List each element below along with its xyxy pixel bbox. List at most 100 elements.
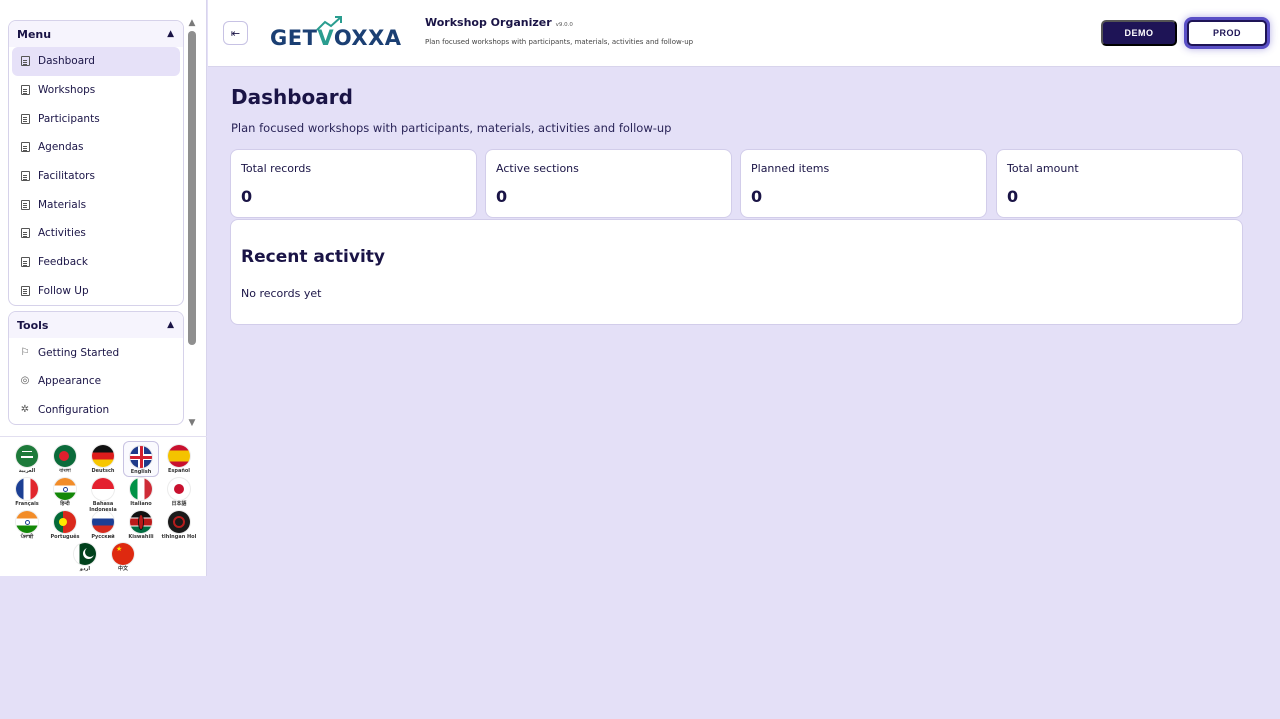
stat-label: Total amount: [1007, 162, 1079, 175]
sidebar-scroll-area: Menu ▲ Dashboard Workshops Participants …: [0, 15, 184, 431]
stat-value: 0: [241, 187, 253, 206]
collapse-caret-icon[interactable]: ▲: [167, 320, 174, 330]
stat-label: Active sections: [496, 162, 579, 175]
tools-group-header[interactable]: Tools ▲: [9, 312, 183, 339]
menu-group-header[interactable]: Menu ▲: [9, 21, 183, 47]
flag-kenya-icon: [130, 511, 152, 533]
document-icon: [20, 142, 30, 153]
language-japanese[interactable]: 日本語: [161, 474, 197, 510]
flag-spain-icon: [168, 445, 190, 467]
flag-russia-icon: [92, 511, 114, 533]
gear-icon: ✲: [20, 403, 30, 415]
language-chinese[interactable]: ★ 中文: [105, 539, 141, 575]
sidebar-item-label: Activities: [38, 227, 86, 240]
sidebar-item-label: Agendas: [38, 141, 84, 154]
scroll-down-icon[interactable]: ▼: [187, 418, 197, 428]
language-punjabi[interactable]: ਪੰਜਾਬੀ: [9, 507, 45, 543]
flag-bangladesh-icon: [54, 445, 76, 467]
language-english[interactable]: English: [123, 441, 159, 477]
language-klingon[interactable]: tlhIngan Hol: [161, 507, 197, 543]
sidebar-item-agendas[interactable]: Agendas: [12, 133, 180, 162]
sidebar-item-appearance[interactable]: ◎ Appearance: [12, 367, 180, 396]
flag-india-icon: [54, 478, 76, 500]
stat-label: Planned items: [751, 162, 830, 175]
language-portuguese[interactable]: Português: [47, 507, 83, 543]
flag-portugal-icon: [54, 511, 76, 533]
sidebar-item-label: Facilitators: [38, 170, 95, 183]
language-russian[interactable]: Русский: [85, 507, 121, 543]
language-arabic[interactable]: العربية: [9, 441, 45, 477]
flag-india-icon: [16, 511, 38, 533]
sidebar-item-follow-up[interactable]: Follow Up: [12, 277, 180, 306]
sidebar-item-label: Workshops: [38, 84, 96, 97]
sidebar-item-label: Configuration: [38, 403, 110, 416]
language-indonesian[interactable]: Bahasa Indonesia: [85, 474, 121, 513]
document-icon: [20, 199, 30, 210]
recent-activity-panel: Recent activity No records yet: [230, 219, 1243, 325]
stat-label: Total records: [241, 162, 312, 175]
flag-pakistan-icon: [74, 543, 96, 565]
language-picker: العربية বাংলা Deutsch English Español Fr…: [0, 436, 207, 576]
stat-card-active-sections: Active sections 0: [485, 149, 732, 218]
sidebar-item-label: Feedback: [38, 256, 89, 269]
collapse-sidebar-icon: ⇤: [230, 27, 241, 40]
recent-activity-title: Recent activity: [241, 247, 385, 267]
sidebar-item-label: Dashboard: [38, 55, 95, 68]
stat-card-total-amount: Total amount 0: [996, 149, 1243, 218]
language-label: ਪੰਜਾਬੀ: [20, 534, 34, 540]
palette-icon: ◎: [20, 375, 30, 387]
app-version: v9.0.0: [555, 22, 573, 28]
app-subtitle: Plan focused workshops with participants…: [425, 38, 694, 46]
language-german[interactable]: Deutsch: [85, 441, 121, 477]
language-french[interactable]: Français: [9, 474, 45, 510]
page-title: Dashboard: [231, 85, 353, 109]
document-icon: [20, 113, 30, 124]
stat-value: 0: [1007, 187, 1019, 206]
page-subtitle: Plan focused workshops with participants…: [231, 121, 672, 135]
language-swahili[interactable]: Kiswahili: [123, 507, 159, 543]
sidebar-item-workshops[interactable]: Workshops: [12, 76, 180, 105]
sidebar-item-activities[interactable]: Activities: [12, 219, 180, 248]
tools-group-title: Tools: [17, 318, 49, 332]
stat-card-total-records: Total records 0: [230, 149, 477, 218]
sidebar-item-dashboard[interactable]: Dashboard: [12, 47, 180, 76]
flag-china-icon: ★: [112, 543, 134, 565]
language-urdu[interactable]: اردو: [67, 539, 103, 575]
sidebar-item-label: Getting Started: [38, 346, 120, 359]
language-italian[interactable]: Italiano: [123, 474, 159, 510]
sidebar: Menu ▲ Dashboard Workshops Participants …: [0, 0, 207, 576]
scrollbar-thumb[interactable]: [188, 31, 196, 345]
sidebar-scrollbar[interactable]: ▲ ▼: [185, 15, 199, 431]
flag-italy-icon: [130, 478, 152, 500]
sidebar-item-facilitators[interactable]: Facilitators: [12, 162, 180, 191]
sidebar-item-getting-started[interactable]: ⚐ Getting Started: [12, 338, 180, 367]
flag-france-icon: [16, 478, 38, 500]
document-icon: [20, 257, 30, 268]
sidebar-toggle-button[interactable]: ⇤: [223, 21, 248, 45]
flag-germany-icon: [92, 445, 114, 467]
stat-value: 0: [751, 187, 763, 206]
flag-indonesia-icon: [92, 478, 114, 500]
collapse-caret-icon[interactable]: ▲: [167, 29, 174, 39]
language-hindi[interactable]: हिन्दी: [47, 474, 83, 510]
sidebar-item-feedback[interactable]: Feedback: [12, 248, 180, 277]
language-label: اردو: [79, 566, 91, 572]
flag-uk-icon: [130, 446, 152, 468]
document-icon: [20, 228, 30, 239]
sidebar-item-materials[interactable]: Materials: [12, 190, 180, 219]
flag-saudi-arabia-icon: [16, 445, 38, 467]
document-icon: [20, 85, 30, 96]
tools-group: Tools ▲ ⚐ Getting Started ◎ Appearance ✲…: [8, 311, 184, 426]
scroll-up-icon[interactable]: ▲: [187, 18, 197, 28]
top-header: ⇤ GETVOXXA Workshop Organizer v9.0.0 Plan…: [208, 0, 1280, 67]
sidebar-item-participants[interactable]: Participants: [12, 104, 180, 133]
sidebar-item-configuration[interactable]: ✲ Configuration: [12, 396, 180, 425]
getvoxxa-logo[interactable]: GETVOXXA: [270, 14, 415, 54]
flag-japan-icon: [168, 478, 190, 500]
language-bengali[interactable]: বাংলা: [47, 441, 83, 477]
stat-card-planned-items: Planned items 0: [740, 149, 987, 218]
stat-value: 0: [496, 187, 508, 206]
demo-button[interactable]: DEMO: [1101, 20, 1177, 46]
prod-button[interactable]: PROD: [1187, 20, 1267, 46]
language-spanish[interactable]: Español: [161, 441, 197, 477]
